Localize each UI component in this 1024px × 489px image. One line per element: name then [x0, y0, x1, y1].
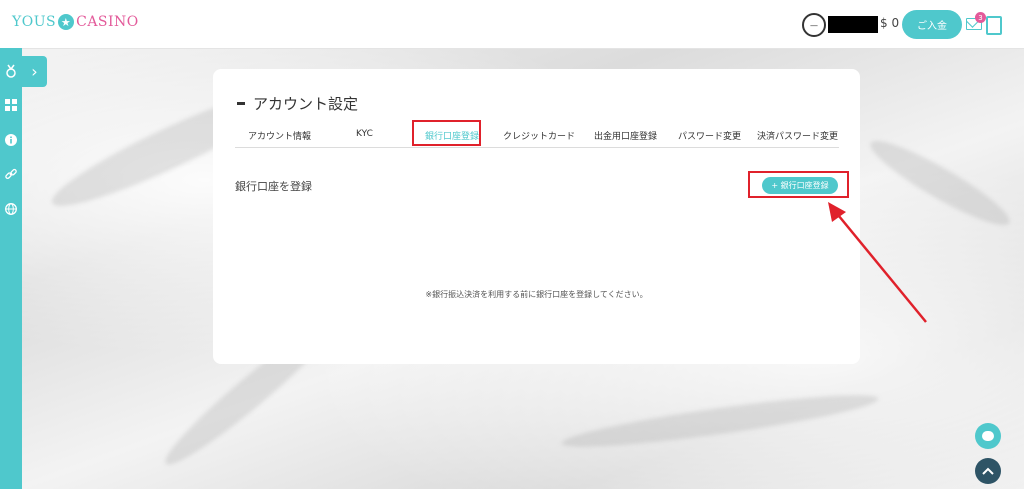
chevron-up-icon: [982, 467, 994, 475]
button-highlight-box: [748, 171, 849, 198]
globe-icon[interactable]: [2, 200, 20, 218]
link-icon[interactable]: [2, 165, 20, 183]
grid-icon[interactable]: [2, 96, 20, 114]
account-settings-card: アカウント設定 アカウント情報 KYC 銀行口座登録 クレジットカード 出金用口…: [213, 69, 860, 364]
logout-icon[interactable]: [986, 16, 1002, 35]
title-dash-icon: [237, 102, 245, 105]
logo-text-yous: YOUS: [12, 14, 57, 30]
scroll-top-button[interactable]: [975, 458, 1001, 484]
arrow-annotation-icon: [828, 202, 927, 323]
tab-account-info[interactable]: アカウント情報: [248, 129, 311, 142]
left-sidebar: [0, 48, 22, 489]
medal-icon[interactable]: [2, 62, 20, 80]
chevron-right-icon: ›: [31, 62, 38, 81]
redacted-username: [828, 16, 878, 33]
info-icon[interactable]: [2, 131, 20, 149]
chat-bubble-icon: [982, 431, 994, 441]
wallet-balance: $ 0: [880, 16, 900, 30]
section-label: 銀行口座を登録: [235, 180, 312, 193]
settings-tabs: アカウント情報 KYC 銀行口座登録 クレジットカード 出金用口座登録 パスワー…: [235, 121, 839, 148]
bank-notice: ※銀行振込決済を利用する前に銀行口座を登録してください。: [425, 290, 648, 299]
logo-text-casino: CASINO: [76, 14, 139, 30]
top-header: YOUS ★ CASINO — $ 0 ご入金 3: [0, 0, 1024, 49]
tab-payment-password-change[interactable]: 決済パスワード変更: [757, 129, 838, 142]
chat-button[interactable]: [975, 423, 1001, 449]
site-logo[interactable]: YOUS ★ CASINO: [12, 14, 139, 30]
deposit-button[interactable]: ご入金: [902, 10, 962, 39]
tab-highlight-box: [412, 120, 481, 146]
currency-coin-icon: —: [802, 13, 826, 37]
tab-password-change[interactable]: パスワード変更: [678, 129, 741, 142]
mail-badge: 3: [975, 12, 986, 23]
tab-kyc[interactable]: KYC: [356, 129, 373, 139]
sidebar-expand-button[interactable]: ›: [22, 56, 47, 87]
page-title: アカウント設定: [237, 93, 358, 114]
tab-withdrawal-account[interactable]: 出金用口座登録: [594, 129, 657, 142]
star-icon: ★: [58, 14, 75, 30]
tab-credit-card[interactable]: クレジットカード: [503, 129, 575, 142]
page-title-text: アカウント設定: [253, 95, 359, 113]
